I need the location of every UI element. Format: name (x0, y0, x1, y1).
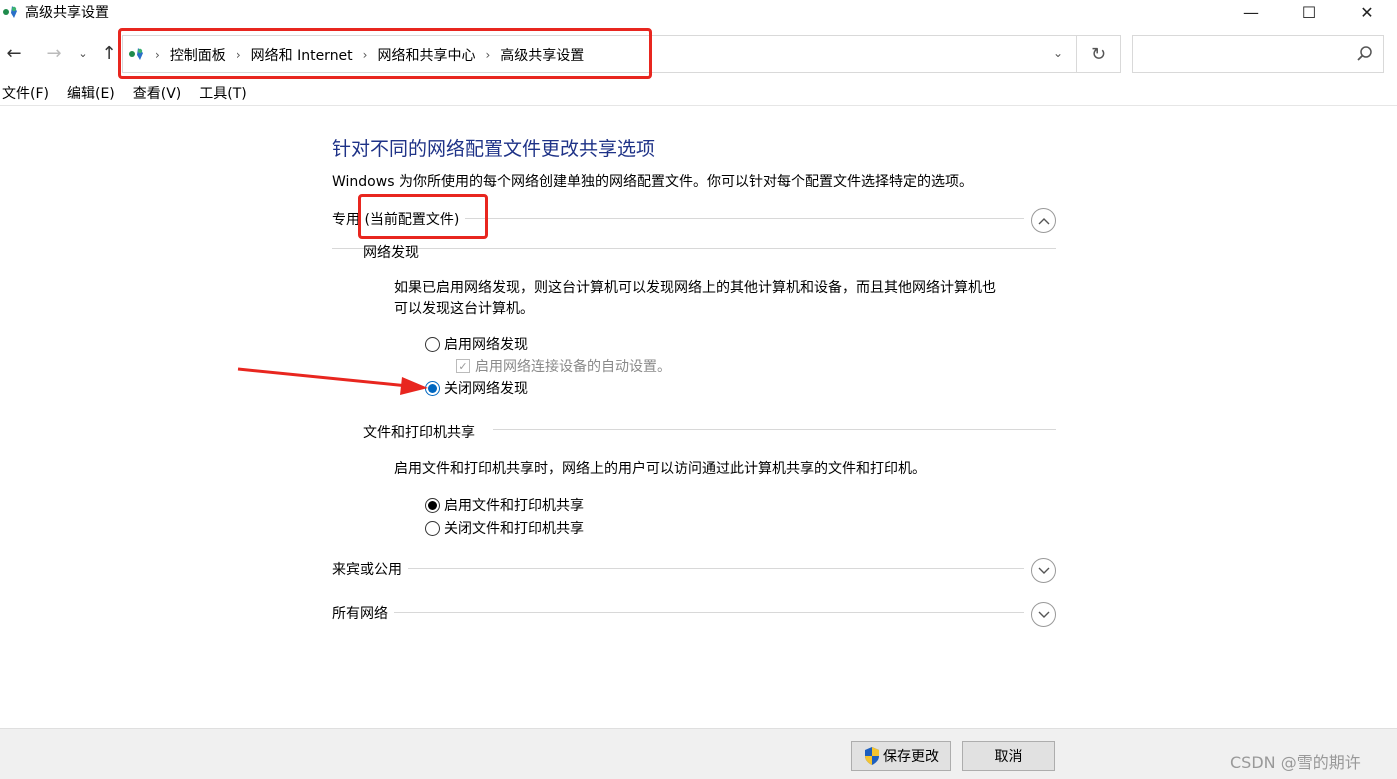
menu-file[interactable]: 文件(F) (0, 84, 49, 105)
checkbox-label: 启用网络连接设备的自动设置。 (475, 359, 671, 375)
chevron-right-icon[interactable]: › (485, 48, 490, 62)
radio-label: 关闭网络发现 (444, 381, 528, 397)
guest-public-label[interactable]: 来宾或公用 (332, 559, 408, 579)
chevron-right-icon[interactable]: › (155, 48, 160, 62)
search-input[interactable] (1139, 36, 1349, 70)
private-profile-section: 专用 (当前配置文件) (332, 208, 1056, 233)
network-discovery-text-1: 如果已启用网络发现，则这台计算机可以发现网络上的其他计算机和设备，而且其他网络计… (394, 280, 996, 296)
private-profile-prefix: 专用 (332, 212, 360, 228)
save-changes-label: 保存更改 (883, 749, 939, 765)
all-networks-label[interactable]: 所有网络 (332, 603, 394, 623)
collapse-private-button[interactable] (1031, 208, 1056, 233)
menu-tools[interactable]: 工具(T) (197, 84, 246, 105)
breadcrumb-control-panel[interactable]: 控制面板 (170, 45, 226, 65)
section-divider (332, 248, 1056, 249)
main-content: 针对不同的网络配置文件更改共享选项 Windows 为你所使用的每个网络创建单独… (0, 106, 1397, 728)
title-bar: 高级共享设置 — ☐ ✕ (0, 0, 1397, 24)
checkmark-icon: ✓ (456, 359, 470, 373)
close-button[interactable]: ✕ (1338, 0, 1396, 24)
address-bar[interactable]: › 控制面板 › 网络和 Internet › 网络和共享中心 › 高级共享设置… (122, 35, 1077, 73)
breadcrumb-network-sharing-center[interactable]: 网络和共享中心 (377, 45, 475, 65)
search-icon[interactable] (1355, 44, 1375, 64)
file-printer-sharing-text: 启用文件和打印机共享时，网络上的用户可以访问通过此计算机共享的文件和打印机。 (394, 461, 926, 477)
radio-network-discovery-off[interactable]: 关闭网络发现 (425, 378, 528, 398)
network-discovery-title: 网络发现 (363, 245, 419, 261)
chevron-down-icon (1038, 611, 1049, 618)
minimize-button[interactable]: — (1222, 0, 1280, 24)
back-button[interactable]: ← (3, 41, 25, 65)
address-dropdown-button[interactable]: ⌄ (1048, 46, 1068, 64)
search-box[interactable] (1132, 35, 1384, 73)
page-description: Windows 为你所使用的每个网络创建单独的网络配置文件。你可以针对每个配置文… (332, 174, 973, 190)
current-profile-label: (当前配置文件) (364, 212, 460, 228)
menu-view[interactable]: 查看(V) (131, 84, 182, 105)
save-changes-button[interactable]: 保存更改 (851, 741, 951, 771)
control-panel-network-icon (129, 48, 143, 60)
refresh-button[interactable]: ↻ (1077, 35, 1121, 73)
expand-all-networks-button[interactable] (1031, 602, 1056, 627)
all-networks-section: 所有网络 (332, 602, 1056, 627)
expand-guest-public-button[interactable] (1031, 558, 1056, 583)
network-discovery-text-2: 可以发现这台计算机。 (394, 301, 534, 317)
radio-button[interactable] (425, 520, 440, 536)
chevron-up-icon (1038, 217, 1049, 224)
recent-locations-button[interactable]: ⌄ (72, 41, 94, 65)
cancel-button[interactable]: 取消 (962, 741, 1055, 771)
radio-file-sharing-off[interactable]: 关闭文件和打印机共享 (425, 518, 584, 538)
menu-edit[interactable]: 编辑(E) (65, 84, 115, 105)
maximize-button[interactable]: ☐ (1280, 0, 1338, 24)
breadcrumb-advanced-sharing[interactable]: 高级共享设置 (500, 45, 584, 65)
section-divider (493, 429, 1056, 430)
radio-network-discovery-on[interactable]: 启用网络发现 (425, 334, 528, 354)
radio-button[interactable] (425, 336, 440, 352)
network-sharing-icon (3, 6, 17, 18)
uac-shield-icon (865, 747, 879, 765)
section-divider (332, 612, 1024, 613)
radio-button-selected[interactable] (425, 497, 440, 513)
guest-public-section: 来宾或公用 (332, 558, 1056, 583)
footer-bar: 保存更改 取消 CSDN @雪的期许 (0, 728, 1397, 779)
chevron-down-icon (1038, 567, 1049, 574)
up-button[interactable]: ↑ (98, 41, 120, 65)
watermark: CSDN @雪的期许 (1230, 753, 1361, 772)
menu-bar: 文件(F) 编辑(E) 查看(V) 工具(T) (0, 84, 1397, 106)
window-title: 高级共享设置 (25, 5, 109, 21)
chevron-right-icon[interactable]: › (236, 48, 241, 62)
chevron-right-icon[interactable]: › (363, 48, 368, 62)
radio-label: 启用网络发现 (444, 337, 528, 353)
private-profile-label[interactable]: 专用 (当前配置文件) (332, 209, 466, 229)
radio-label: 关闭文件和打印机共享 (444, 521, 584, 537)
radio-file-sharing-on[interactable]: 启用文件和打印机共享 (425, 495, 584, 515)
radio-label: 启用文件和打印机共享 (444, 498, 584, 514)
breadcrumb-network-internet[interactable]: 网络和 Internet (251, 45, 353, 65)
radio-button-selected[interactable] (425, 380, 440, 396)
page-title: 针对不同的网络配置文件更改共享选项 (332, 138, 656, 160)
breadcrumb: › 控制面板 › 网络和 Internet › 网络和共享中心 › 高级共享设置 (155, 45, 594, 65)
checkbox-auto-setup: ✓ 启用网络连接设备的自动设置。 (456, 356, 671, 376)
forward-button[interactable]: → (43, 41, 65, 65)
section-divider (332, 568, 1024, 569)
file-printer-sharing-title: 文件和打印机共享 (363, 425, 475, 441)
